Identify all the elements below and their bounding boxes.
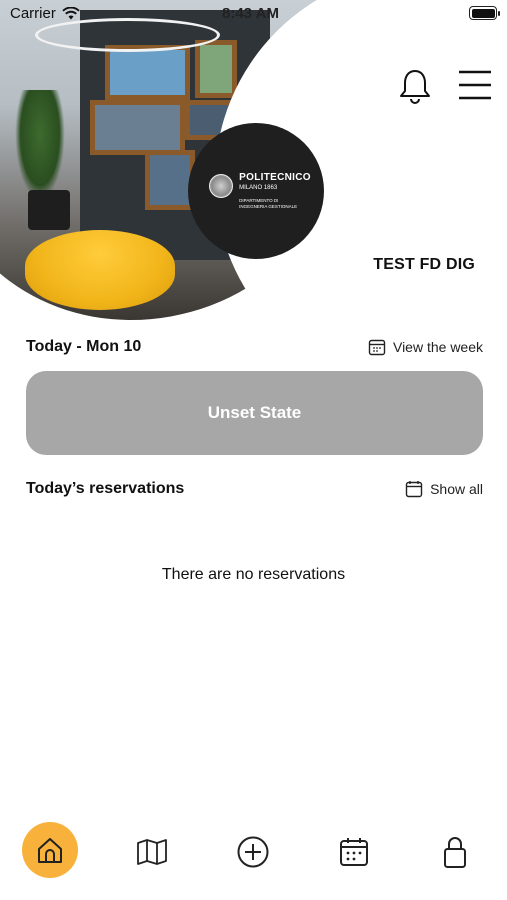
lock-icon	[444, 837, 466, 868]
nav-home-button[interactable]	[22, 822, 78, 878]
nav-map-button[interactable]	[122, 822, 182, 882]
wifi-icon	[62, 7, 80, 20]
view-week-link[interactable]: View the week	[368, 338, 483, 356]
today-label: Today - Mon 10	[26, 338, 142, 355]
home-icon	[38, 838, 62, 863]
carrier-label: Carrier	[10, 5, 56, 22]
battery-icon	[469, 6, 500, 20]
today-row: Today - Mon 10 View the week	[26, 338, 483, 362]
photo-screen	[195, 40, 237, 98]
add-circle-icon	[237, 836, 269, 868]
logo-department-line2: INGEGNERIA GESTIONALE	[239, 204, 298, 209]
photo-screen	[90, 100, 185, 155]
header-hero: POLITECNICO MILANO 1863 DIPARTIMENTO DI …	[0, 0, 507, 320]
organization-logo: POLITECNICO MILANO 1863 DIPARTIMENTO DI …	[188, 123, 324, 259]
show-all-link[interactable]: Show all	[405, 480, 483, 498]
bottom-navigation	[0, 818, 507, 884]
user-name: TEST FD DIG	[373, 256, 475, 273]
logo-subtitle: MILANO 1863	[239, 185, 278, 191]
photo-yellow-pouf	[25, 230, 175, 310]
state-button[interactable]: Unset State	[26, 371, 483, 455]
map-icon	[137, 839, 167, 865]
show-all-label: Show all	[430, 481, 483, 497]
nav-lock-button[interactable]	[425, 822, 485, 882]
view-week-label: View the week	[392, 339, 483, 355]
photo-plant	[15, 90, 65, 200]
nav-calendar-button[interactable]	[324, 822, 384, 882]
photo-screen	[105, 45, 190, 100]
nav-add-button[interactable]	[223, 822, 283, 882]
status-bar: Carrier 8:43 AM	[0, 0, 507, 28]
photo-screen	[145, 150, 195, 210]
reservations-header: Today’s reservations Show all	[26, 480, 483, 504]
notifications-bell-icon[interactable]	[396, 66, 434, 106]
logo-title: POLITECNICO	[239, 172, 311, 183]
seal-icon	[209, 174, 234, 198]
reservations-title: Today’s reservations	[26, 480, 185, 497]
clock-time: 8:43 AM	[222, 5, 279, 22]
empty-reservations-message: There are no reservations	[161, 566, 346, 583]
photo-plant-pot	[28, 190, 70, 230]
calendar-small-icon	[368, 339, 386, 356]
hamburger-menu-icon[interactable]	[456, 68, 494, 102]
calendar-small-icon	[405, 481, 423, 498]
calendar-icon	[340, 838, 368, 866]
